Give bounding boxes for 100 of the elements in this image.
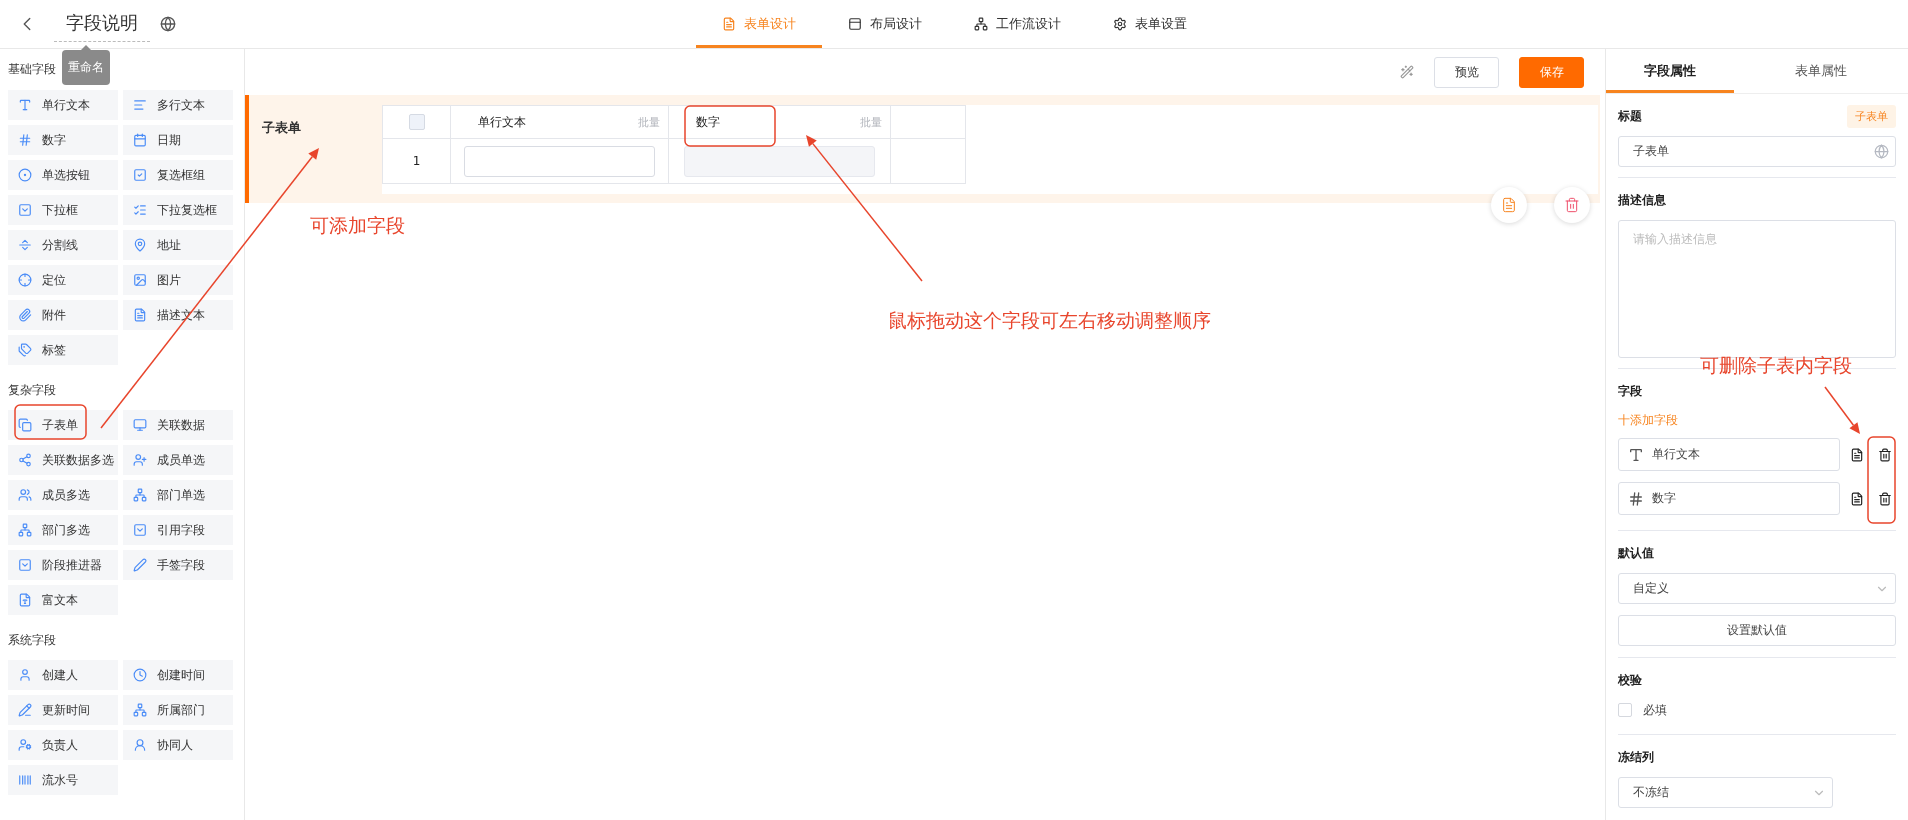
subfield-item[interactable]: 数字 [1618,482,1840,515]
calendar-icon [133,133,147,147]
globe-icon [1874,144,1889,159]
field-label: 描述信息 [1618,192,1666,209]
field-label: 字段 [1618,383,1642,400]
text-type-icon [1628,446,1644,463]
field-type-item[interactable]: 分割线 [8,230,118,260]
field-type-item[interactable]: 更新时间 [8,695,118,725]
field-type-item[interactable]: 阶段推进器 [8,550,118,580]
checkbox-icon [133,168,147,182]
rename-tooltip: 重命名 [62,45,110,85]
field-label: 标题 [1618,108,1642,125]
multiline-icon [133,98,147,112]
field-type-item[interactable]: 部门多选 [8,515,118,545]
nav-tab[interactable]: 布局设计 [821,0,948,48]
field-type-item[interactable]: 负责人 [8,730,118,760]
divider-icon [18,238,32,252]
subform-label: 子表单 [261,119,302,137]
users-icon [18,488,32,502]
field-type-item[interactable]: 单行文本 [8,90,118,120]
field-type-item[interactable]: 多行文本 [123,90,233,120]
copy-icon [18,418,32,432]
form-title[interactable]: 字段说明 [54,6,150,42]
image-icon [133,273,147,287]
hash-icon [1628,490,1644,507]
field-type-item[interactable]: 子表单 [8,410,118,440]
org-chart-icon [133,488,147,502]
field-type-item[interactable]: 图片 [123,265,233,295]
freeze-select[interactable]: 不冻结 [1618,777,1833,808]
field-type-item[interactable]: 数字 [8,125,118,155]
user-plus-icon [133,453,147,467]
clock-icon [133,668,147,682]
checkbox-label: 必填 [1643,701,1667,719]
org-chart-icon [973,17,988,31]
text-type-icon [18,98,32,112]
set-default-button[interactable]: 设置默认值 [1618,615,1896,646]
field-type-item[interactable]: 标签 [8,335,118,365]
required-checkbox[interactable] [1618,703,1632,717]
nav-tab[interactable]: 表单设置 [1086,0,1213,48]
subfield-item[interactable]: 单行文本 [1618,438,1840,471]
field-type-item[interactable]: 地址 [123,230,233,260]
field-type-item[interactable]: 定位 [8,265,118,295]
field-type-item[interactable]: 复选框组 [123,160,233,190]
field-type-item[interactable]: 部门单选 [123,480,233,510]
layout-icon [847,17,862,31]
paperclip-icon [18,308,32,322]
field-type-item[interactable]: 下拉复选框 [123,195,233,225]
pen-icon [133,558,147,572]
document-icon [721,17,736,31]
user-icon [18,738,32,752]
row-number: 1 [412,154,421,168]
panel-tab[interactable]: 表单属性 [1734,49,1908,93]
section-title: 复杂字段 [8,382,56,399]
nav-tab[interactable]: 工作流设计 [947,0,1087,48]
field-type-item[interactable]: 创建人 [8,660,118,690]
field-type-item[interactable]: 关联数据多选 [8,445,118,475]
field-label: 默认值 [1618,545,1654,562]
annotation-arrow [1824,386,1860,434]
field-type-item[interactable]: 富文本 [8,585,118,615]
pin-icon [133,238,147,252]
section-title: 基础字段 [8,61,56,78]
default-select[interactable]: 自定义 [1618,573,1896,604]
field-type-item[interactable]: 下拉框 [8,195,118,225]
field-type-item[interactable]: 手签字段 [123,550,233,580]
document-icon [133,308,147,322]
panel-tab[interactable]: 字段属性 [1606,49,1734,93]
field-type-item[interactable]: 引用字段 [123,515,233,545]
org-chart-icon [133,703,147,717]
field-type-item[interactable]: 成员多选 [8,480,118,510]
field-type-item[interactable]: 流水号 [8,765,118,795]
user-icon [133,738,147,752]
annotation-text: 鼠标拖动这个字段可左右移动调整顺序 [888,308,1211,333]
magic-wand-icon[interactable] [1400,65,1414,79]
dropdown-icon [18,203,32,217]
dropdown-icon [133,523,147,537]
user-icon [18,668,32,682]
field-type-item[interactable]: 单选按钮 [8,160,118,190]
select-all-checkbox[interactable] [408,114,425,130]
type-badge: 子表单 [1847,104,1896,128]
field-label: 冻结列 [1618,749,1654,766]
cell-input[interactable] [464,145,655,177]
globe-icon[interactable] [160,16,176,32]
field-type-item[interactable]: 成员单选 [123,445,233,475]
field-type-item[interactable]: 日期 [123,125,233,155]
annotation-text: 可添加字段 [310,213,405,238]
column-title[interactable]: 单行文本 [478,113,526,131]
field-type-item[interactable]: 协同人 [123,730,233,760]
document-icon [18,593,32,607]
settings-icon [1112,17,1127,31]
field-type-item[interactable]: 创建时间 [123,660,233,690]
field-type-item[interactable]: 附件 [8,300,118,330]
crosshair-icon [18,273,32,287]
field-label: 校验 [1618,672,1642,689]
preview-button[interactable]: 预览 [1434,56,1499,88]
share-icon [18,453,32,467]
title-input[interactable]: 子表单 [1618,136,1896,167]
field-type-item[interactable]: 所属部门 [123,695,233,725]
barcode-icon [18,773,32,787]
field-type-item[interactable]: 关联数据 [123,410,233,440]
hash-icon [18,133,32,147]
